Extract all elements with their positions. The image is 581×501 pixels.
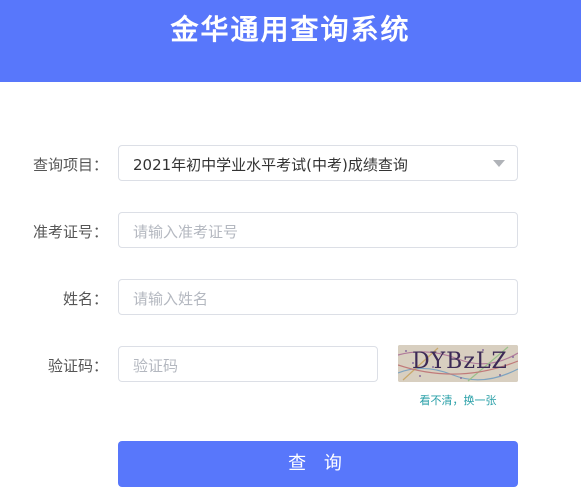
name-input[interactable]: 请输入姓名: [118, 279, 518, 315]
name-label: 姓名：: [62, 290, 108, 308]
page-title: 金华通用查询系统: [170, 13, 411, 46]
exam-number-placeholder: 请输入准考证号: [133, 223, 239, 241]
project-label: 查询项目：: [32, 156, 108, 174]
query-button[interactable]: 查 询: [118, 441, 518, 487]
captcha-placeholder: 验证码: [133, 357, 179, 375]
refresh-captcha-link[interactable]: 看不清，换一张: [398, 392, 518, 408]
project-select-value: 2021年初中学业水平考试(中考)成绩查询: [133, 156, 408, 174]
project-select[interactable]: 2021年初中学业水平考试(中考)成绩查询: [118, 145, 518, 181]
captcha-image[interactable]: DYBzLZ: [398, 345, 518, 382]
exam-number-input[interactable]: 请输入准考证号: [118, 212, 518, 248]
chevron-down-icon: [493, 160, 505, 167]
captcha-label: 验证码：: [47, 357, 108, 375]
captcha-input[interactable]: 验证码: [118, 346, 378, 382]
header-bar: 金华通用查询系统: [0, 0, 581, 82]
name-placeholder: 请输入姓名: [133, 290, 209, 308]
captcha-text: DYBzLZ: [412, 349, 508, 374]
exam-number-label: 准考证号：: [32, 223, 108, 241]
